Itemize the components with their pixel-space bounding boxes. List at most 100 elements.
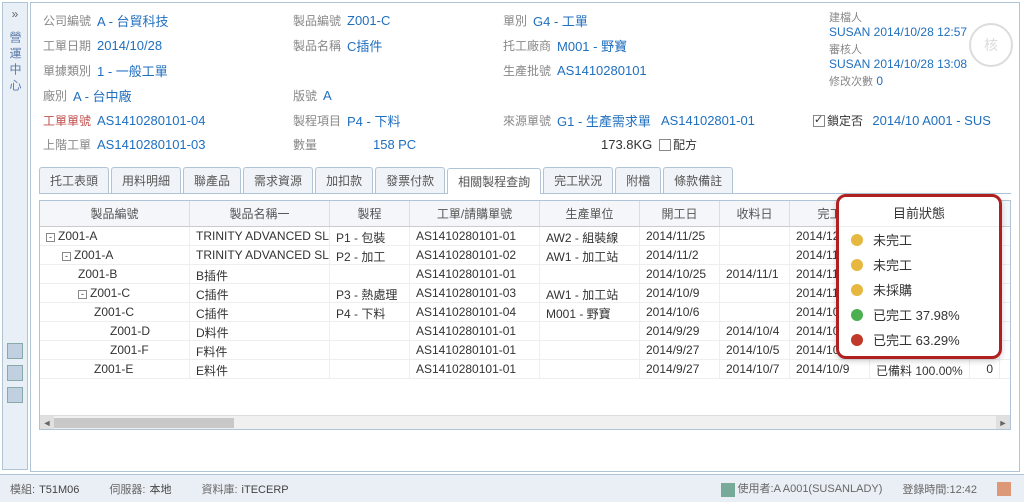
tab-9[interactable]: 條款備註 [663,167,733,193]
unit-value[interactable]: G4 - 工單 [533,11,588,30]
recipe-label: 配方 [673,136,697,153]
recipe-checkbox[interactable] [659,139,671,151]
status-bar: 模組:T51M06 伺服器:本地 資料庫:iTECERP 使用者:A A001(… [0,474,1024,502]
unit-label: 單別 [503,12,527,29]
grid-cell: C插件 [190,303,330,321]
status-text: 已完工 37.98% [873,305,960,324]
tab-7[interactable]: 完工狀況 [543,167,613,193]
batch-value[interactable]: AS1410280101 [557,63,647,78]
grid-cell [720,303,790,321]
company-no[interactable]: A - 台貿科技 [97,11,169,30]
status-item: 未完工 [839,227,999,252]
status-item: 已完工 37.98% [839,302,999,327]
grid-cell [330,341,410,359]
parent-wo[interactable]: AS1410280101-03 [97,137,205,152]
status-dot-icon [851,259,863,271]
product-name-label: 製品名稱 [293,37,341,54]
login-label: 登錄時間: [902,484,949,496]
horizontal-scrollbar[interactable]: ◄ ► [40,415,1010,429]
grid-cell [540,341,640,359]
grid-cell: 2014/11/1 [720,265,790,283]
wo-no[interactable]: AS1410280101-04 [97,113,205,128]
version-value[interactable]: A [323,88,332,103]
doc-type[interactable]: 1 - 一般工單 [97,61,168,80]
grid-cell: TRINITY ADVANCED SL 0 [190,246,330,264]
product-name[interactable]: C插件 [347,36,382,55]
grid-header-cell[interactable]: 開工日 [640,201,720,226]
expander-icon[interactable]: - [78,290,87,299]
tool-icon-3[interactable] [7,387,23,403]
status-text: 未採購 [873,280,912,299]
doc-type-label: 單據類別 [43,62,91,79]
tab-1[interactable]: 用料明細 [111,167,181,193]
grid-header-cell[interactable]: 工單/請購單號 [410,201,540,226]
qty-value[interactable]: 158 [373,137,395,152]
grid-cell: AS1410280101-02 [410,246,540,264]
grid-cell: 2014/10/7 [720,360,790,378]
db-value: iTECERP [242,484,289,496]
keyboard-icon[interactable] [997,482,1011,496]
creator-value: SUSAN 2014/10/28 12:57 [829,25,1009,39]
grid-header-cell[interactable]: 製品名稱一 [190,201,330,226]
scroll-left-arrow[interactable]: ◄ [40,416,54,430]
lock-value: 2014/10 A001 - SUS [872,113,991,128]
plant-label: 廠別 [43,87,67,104]
product-no[interactable]: Z001-C [347,13,390,28]
tab-6[interactable]: 相關製程查詢 [447,168,541,194]
modcount-label: 修改次數 [829,76,873,88]
expander-icon[interactable]: - [46,233,55,242]
grid-cell: AS1410280101-01 [410,341,540,359]
tab-8[interactable]: 附檔 [615,167,661,193]
server-value: 本地 [149,484,171,496]
tab-2[interactable]: 聯產品 [183,167,241,193]
grid-cell: M001 - 野寶 [540,303,640,321]
wo-date[interactable]: 2014/10/28 [97,38,162,53]
grid-cell [540,265,640,283]
proc-item-label: 製程項目 [293,112,341,129]
creator-label: 建檔人 [829,9,1009,25]
tab-4[interactable]: 加扣款 [315,167,373,193]
qty-label: 數量 [293,136,317,153]
grid-header-cell[interactable]: 製品編號 [40,201,190,226]
source-no[interactable]: AS14102801-01 [661,113,755,128]
grid-cell: AW1 - 加工站 [540,246,640,264]
weight-value: 173.8KG [601,137,652,152]
grid-cell: 2014/10/6 [640,303,720,321]
status-text: 未完工 [873,230,912,249]
grid-cell: P4 - 下料 [330,303,410,321]
status-popup: 目前狀態 未完工未完工未採購已完工 37.98%已完工 63.29% [836,194,1002,359]
expander-icon[interactable]: - [62,252,71,261]
right-meta: 建檔人 SUSAN 2014/10/28 12:57 審核人 SUSAN 201… [829,9,1009,89]
tool-icon-2[interactable] [7,365,23,381]
batch-label: 生產批號 [503,62,551,79]
vendor-value[interactable]: M001 - 野寶 [557,36,627,55]
proc-item[interactable]: P4 - 下料 [347,111,400,130]
tab-3[interactable]: 需求資源 [243,167,313,193]
version-label: 版號 [293,87,317,104]
table-row[interactable]: Z001-EE料件AS1410280101-012014/9/272014/10… [40,360,1010,379]
plant-value[interactable]: A - 台中廠 [73,86,132,105]
scroll-right-arrow[interactable]: ► [996,416,1010,430]
tool-icon-1[interactable] [7,343,23,359]
server-label: 伺服器: [109,484,145,496]
module-value: T51M06 [39,484,79,496]
scroll-thumb[interactable] [54,418,234,428]
grid-cell: 0 [970,360,1000,378]
approver-label: 審核人 [829,41,1009,57]
status-item: 已完工 63.29% [839,327,999,352]
left-sidebar: » 營運中心 [2,2,28,470]
grid-header-cell[interactable]: 收料日 [720,201,790,226]
tabs: 托工表頭用料明細聯產品需求資源加扣款發票付款相關製程查詢完工狀況附檔條款備註 [39,167,1011,194]
collapse-icon[interactable]: » [3,3,27,25]
lock-checkbox[interactable] [813,115,825,127]
grid-header-cell[interactable]: 生產單位 [540,201,640,226]
tab-0[interactable]: 托工表頭 [39,167,109,193]
grid-cell: AS1410280101-01 [410,322,540,340]
tab-5[interactable]: 發票付款 [375,167,445,193]
grid-cell: 2014/10/9 [640,284,720,302]
grid-header-cell[interactable]: 製程 [330,201,410,226]
source-value[interactable]: G1 - 生產需求單 [557,111,651,130]
grid-cell: 2014/10/25 [640,265,720,283]
grid-cell: AW1 - 加工站 [540,284,640,302]
grid-cell: B插件 [190,265,330,283]
